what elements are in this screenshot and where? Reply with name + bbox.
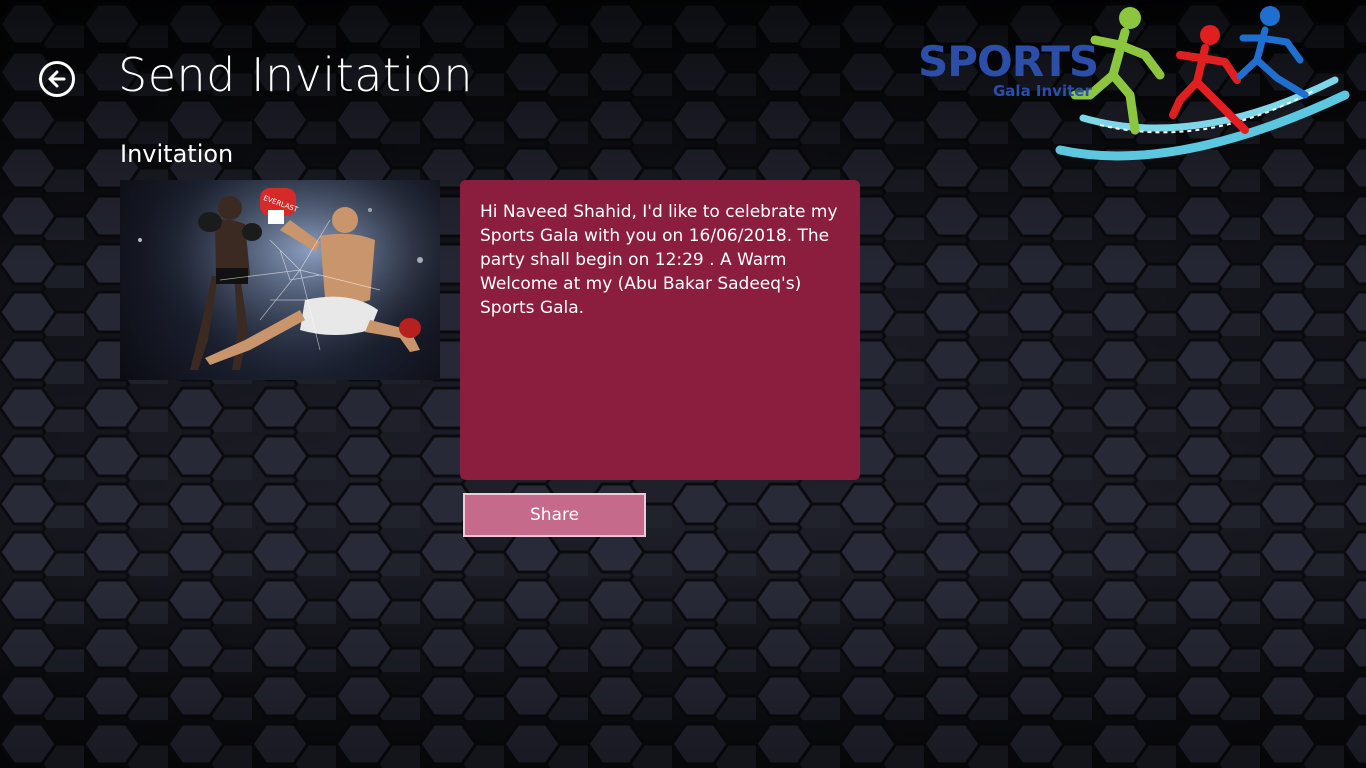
runner-red-icon (1169, 25, 1249, 134)
invitation-message: Hi Naveed Shahid, I'd like to celebrate … (480, 202, 838, 318)
invitation-message-box[interactable]: Hi Naveed Shahid, I'd like to celebrate … (460, 180, 860, 480)
logo-brand: SPORTS (918, 37, 1098, 86)
back-button[interactable] (39, 61, 75, 97)
invitation-heading: Invitation (120, 140, 234, 168)
arrow-left-icon (48, 70, 66, 88)
runner-blue-icon (1236, 6, 1309, 99)
sports-gala-logo: SPORTS Gala Inviter (918, 6, 1350, 161)
share-button[interactable]: Share (463, 493, 646, 537)
invitation-photo: EVERLAST (120, 180, 440, 380)
page-title: Send Invitation (118, 48, 474, 102)
logo-subtitle: Gala Inviter (993, 82, 1092, 100)
